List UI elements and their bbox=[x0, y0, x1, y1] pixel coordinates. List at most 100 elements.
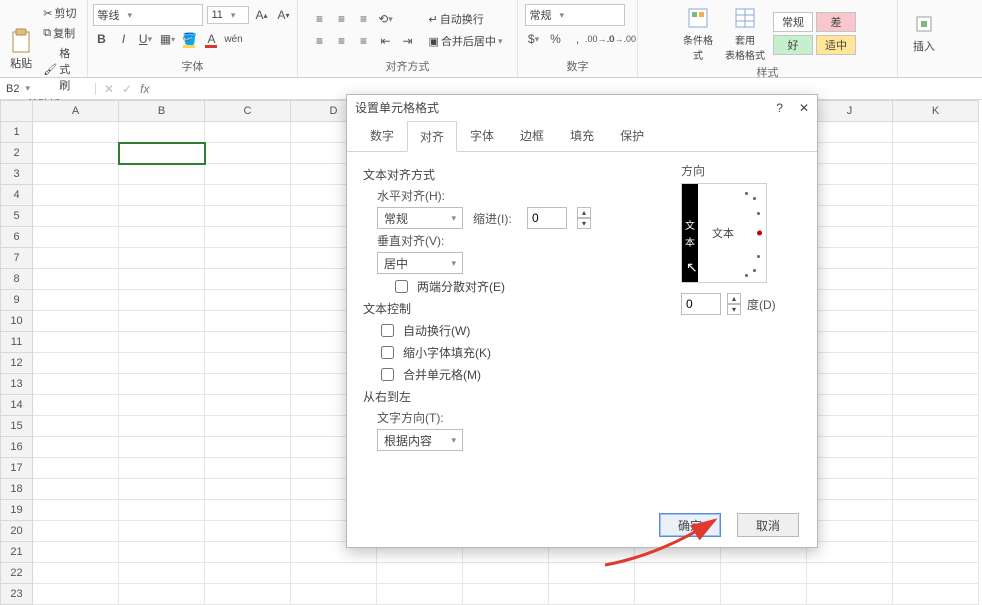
dialog-tab-5[interactable]: 保护 bbox=[607, 120, 657, 151]
cell[interactable] bbox=[205, 290, 291, 311]
cell[interactable] bbox=[33, 332, 119, 353]
orientation-dial[interactable]: 文本 bbox=[704, 190, 762, 276]
cell[interactable] bbox=[807, 458, 893, 479]
cell[interactable] bbox=[807, 353, 893, 374]
row-header[interactable]: 8 bbox=[1, 269, 33, 290]
cell[interactable] bbox=[205, 206, 291, 227]
cell[interactable] bbox=[807, 269, 893, 290]
cell[interactable] bbox=[205, 458, 291, 479]
cell[interactable] bbox=[33, 269, 119, 290]
cell[interactable] bbox=[33, 311, 119, 332]
ok-button[interactable]: 确定 bbox=[659, 513, 721, 537]
row-header[interactable]: 14 bbox=[1, 395, 33, 416]
cell[interactable] bbox=[33, 248, 119, 269]
cell[interactable] bbox=[807, 479, 893, 500]
distribute-checkbox[interactable]: 两端分散对齐(E) bbox=[391, 277, 681, 296]
cell[interactable] bbox=[463, 563, 549, 584]
cell[interactable] bbox=[205, 185, 291, 206]
vertical-text-button[interactable]: 文 本 ↖ bbox=[682, 184, 698, 282]
cell[interactable] bbox=[807, 416, 893, 437]
indent-spinner[interactable]: ▴▾ bbox=[577, 207, 591, 229]
cell[interactable] bbox=[807, 290, 893, 311]
underline-button[interactable]: U▾ bbox=[137, 30, 155, 48]
cell[interactable] bbox=[119, 437, 205, 458]
cell[interactable] bbox=[205, 122, 291, 143]
col-header[interactable]: J bbox=[807, 101, 893, 122]
row-header[interactable]: 11 bbox=[1, 332, 33, 353]
cell[interactable] bbox=[893, 185, 979, 206]
row-header[interactable]: 12 bbox=[1, 353, 33, 374]
cell[interactable] bbox=[807, 563, 893, 584]
col-header[interactable]: K bbox=[893, 101, 979, 122]
decrease-indent-button[interactable]: ⇤ bbox=[377, 32, 395, 50]
copy-button[interactable]: ⧉复制 bbox=[41, 24, 82, 42]
dialog-tab-4[interactable]: 填充 bbox=[557, 120, 607, 151]
spin-up-icon[interactable]: ▴ bbox=[727, 293, 741, 304]
cell[interactable] bbox=[893, 122, 979, 143]
cell[interactable] bbox=[807, 227, 893, 248]
font-size-select[interactable]: 11▾ bbox=[207, 6, 249, 24]
cell[interactable] bbox=[119, 458, 205, 479]
cell[interactable] bbox=[33, 353, 119, 374]
cell[interactable] bbox=[291, 584, 377, 605]
row-header[interactable]: 19 bbox=[1, 500, 33, 521]
cell[interactable] bbox=[119, 206, 205, 227]
row-header[interactable]: 2 bbox=[1, 143, 33, 164]
paste-button[interactable]: 粘贴 bbox=[5, 27, 37, 71]
cell[interactable] bbox=[33, 542, 119, 563]
align-center-button[interactable]: ≡ bbox=[333, 32, 351, 50]
cell[interactable] bbox=[205, 332, 291, 353]
cell[interactable] bbox=[893, 584, 979, 605]
cell[interactable] bbox=[119, 500, 205, 521]
cell[interactable] bbox=[893, 311, 979, 332]
cell[interactable] bbox=[33, 584, 119, 605]
cell[interactable] bbox=[549, 584, 635, 605]
cell[interactable] bbox=[721, 563, 807, 584]
row-header[interactable]: 22 bbox=[1, 563, 33, 584]
cell[interactable] bbox=[807, 542, 893, 563]
cell[interactable] bbox=[119, 164, 205, 185]
dialog-tab-0[interactable]: 数字 bbox=[357, 120, 407, 151]
cell[interactable] bbox=[119, 416, 205, 437]
cell[interactable] bbox=[205, 311, 291, 332]
cell[interactable] bbox=[119, 248, 205, 269]
increase-decimal-button[interactable]: .00→.0 bbox=[591, 30, 609, 48]
cell[interactable] bbox=[205, 164, 291, 185]
cell[interactable] bbox=[807, 143, 893, 164]
style-good-button[interactable]: 好 bbox=[773, 35, 813, 55]
cell[interactable] bbox=[119, 542, 205, 563]
bold-button[interactable]: B bbox=[93, 30, 111, 48]
align-bottom-button[interactable]: ≡ bbox=[355, 10, 373, 28]
cell[interactable] bbox=[893, 206, 979, 227]
help-button[interactable]: ? bbox=[776, 101, 783, 115]
spin-down-icon[interactable]: ▾ bbox=[577, 218, 591, 229]
cell[interactable] bbox=[635, 563, 721, 584]
cell[interactable] bbox=[205, 374, 291, 395]
cancel-button[interactable]: 取消 bbox=[737, 513, 799, 537]
border-button[interactable]: ▦▾ bbox=[159, 30, 177, 48]
style-neutral-button[interactable]: 适中 bbox=[816, 35, 856, 55]
style-normal-button[interactable]: 常规 bbox=[773, 12, 813, 32]
orientation-button[interactable]: ⟲▾ bbox=[377, 10, 395, 28]
cell[interactable] bbox=[119, 311, 205, 332]
name-box[interactable]: B2▾ bbox=[0, 83, 96, 95]
cell[interactable] bbox=[119, 479, 205, 500]
row-header[interactable]: 23 bbox=[1, 584, 33, 605]
row-header[interactable]: 16 bbox=[1, 437, 33, 458]
row-header[interactable]: 6 bbox=[1, 227, 33, 248]
cell[interactable] bbox=[33, 227, 119, 248]
cell[interactable] bbox=[893, 521, 979, 542]
spin-up-icon[interactable]: ▴ bbox=[577, 207, 591, 218]
decrease-decimal-button[interactable]: .0→.00 bbox=[613, 30, 631, 48]
text-direction-select[interactable]: 根据内容▾ bbox=[377, 429, 463, 451]
cell[interactable] bbox=[205, 143, 291, 164]
decrease-font-button[interactable]: A▾ bbox=[275, 6, 293, 24]
row-header[interactable]: 20 bbox=[1, 521, 33, 542]
cell[interactable] bbox=[893, 542, 979, 563]
cell[interactable] bbox=[33, 143, 119, 164]
cell[interactable] bbox=[463, 584, 549, 605]
cell[interactable] bbox=[291, 563, 377, 584]
insert-button[interactable]: 插入 bbox=[903, 10, 945, 54]
cell[interactable] bbox=[893, 248, 979, 269]
style-bad-button[interactable]: 差 bbox=[816, 12, 856, 32]
